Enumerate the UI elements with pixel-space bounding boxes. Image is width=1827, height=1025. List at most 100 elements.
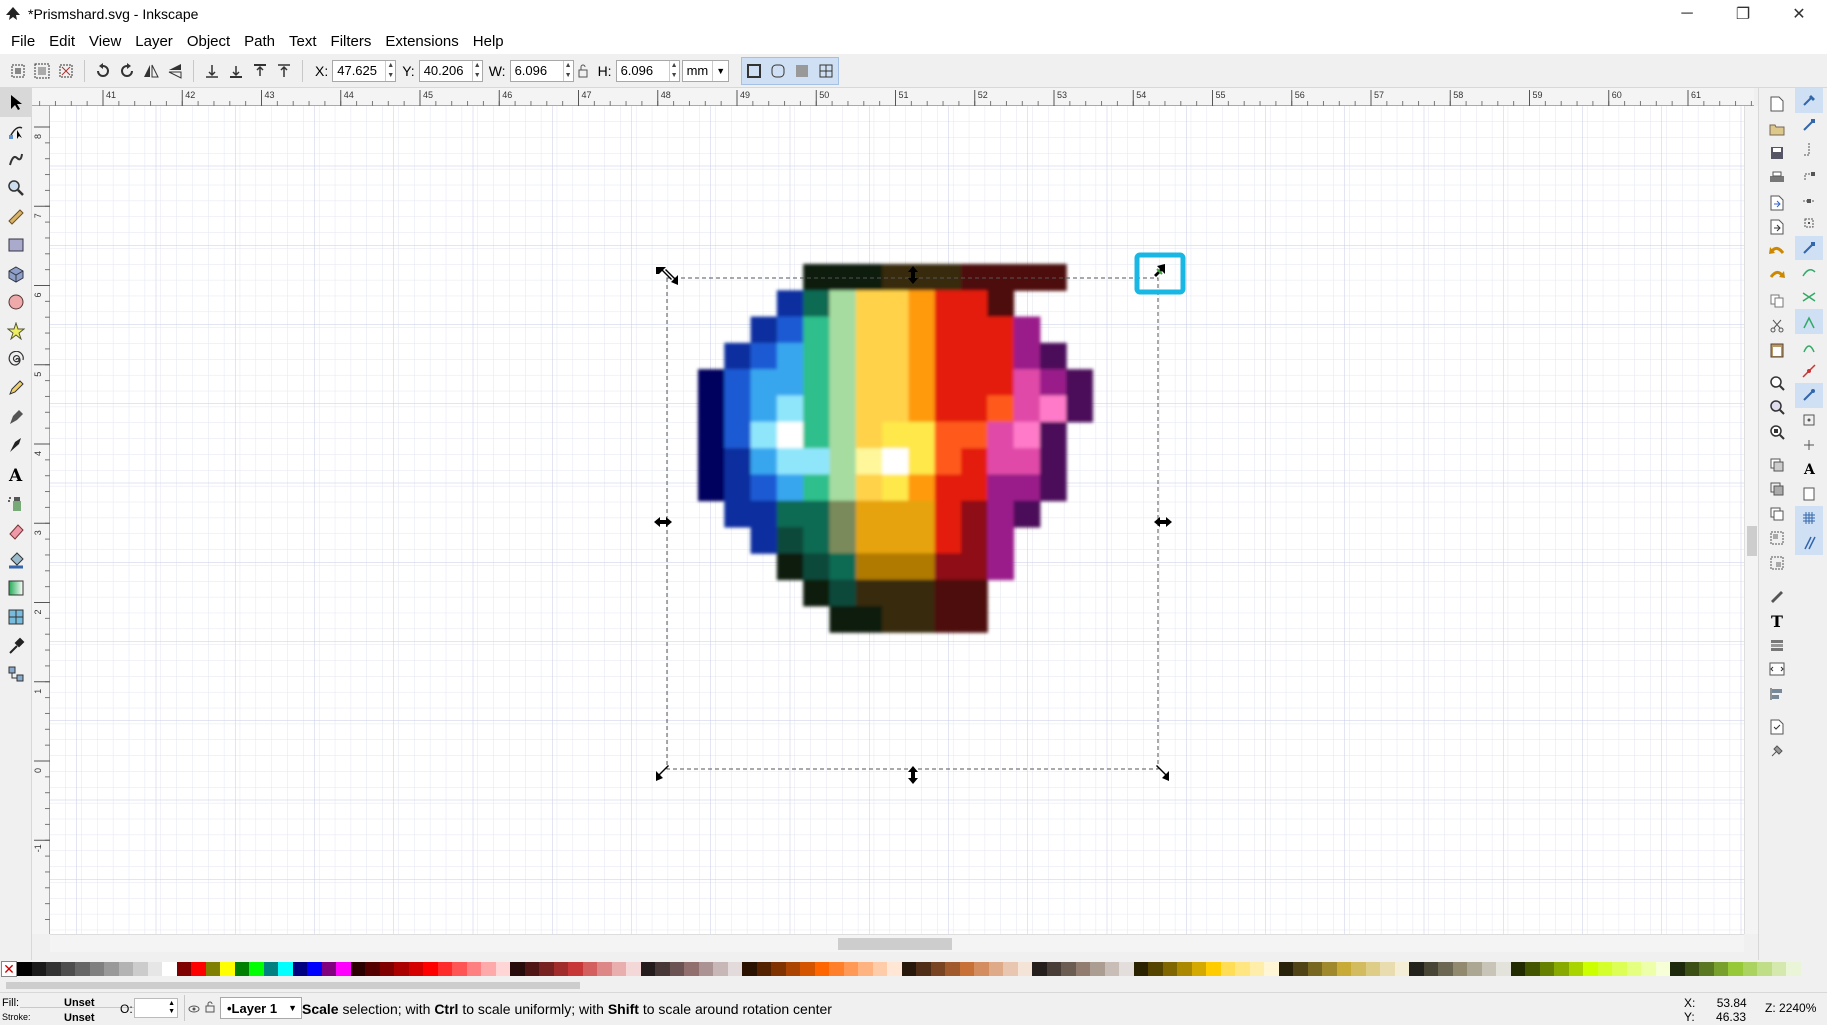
text-font-icon[interactable]: T xyxy=(1763,608,1791,633)
color-swatch[interactable] xyxy=(205,962,220,976)
color-swatch[interactable] xyxy=(1728,962,1743,976)
clone-icon[interactable] xyxy=(1763,477,1791,502)
color-swatch[interactable] xyxy=(1655,962,1670,976)
horizontal-scrollbar[interactable] xyxy=(50,934,1744,952)
paint-bucket-tool-icon[interactable] xyxy=(0,546,32,575)
zoom-selection-icon[interactable] xyxy=(1763,371,1791,396)
color-swatch[interactable] xyxy=(1452,962,1467,976)
color-swatch[interactable] xyxy=(481,962,496,976)
zoom-field[interactable]: Z: 2240% xyxy=(1765,1001,1816,1015)
group-icon[interactable] xyxy=(1763,526,1791,551)
color-swatch[interactable] xyxy=(31,962,46,976)
color-swatch[interactable] xyxy=(234,962,249,976)
menu-filters[interactable]: Filters xyxy=(324,33,379,50)
color-swatch[interactable] xyxy=(104,962,119,976)
spray-tool-icon[interactable] xyxy=(0,488,32,517)
vertical-scrollbar[interactable] xyxy=(1744,106,1758,934)
calligraphy-tool-icon[interactable] xyxy=(0,431,32,460)
color-swatch[interactable] xyxy=(1235,962,1250,976)
x-input[interactable]: 47.625 xyxy=(333,63,385,78)
xml-editor-icon[interactable] xyxy=(1763,657,1791,682)
scale-corners-icon[interactable] xyxy=(766,58,790,84)
opacity-input[interactable]: ▲ ▼ xyxy=(134,998,178,1018)
color-swatch[interactable] xyxy=(1293,962,1308,976)
import-icon[interactable] xyxy=(1763,190,1791,215)
snap-bbox-midpoint-icon[interactable] xyxy=(1795,186,1823,211)
color-swatch[interactable] xyxy=(278,962,293,976)
color-swatch[interactable] xyxy=(60,962,75,976)
color-swatch[interactable] xyxy=(162,962,177,976)
star-tool-icon[interactable] xyxy=(0,317,32,346)
deselect-icon[interactable] xyxy=(54,59,78,83)
zoom-tool-icon[interactable] xyxy=(0,174,32,203)
color-swatch[interactable] xyxy=(1699,962,1714,976)
zoom-page-icon[interactable] xyxy=(1763,420,1791,445)
layer-visibility-icon[interactable] xyxy=(188,1002,200,1017)
color-swatch[interactable] xyxy=(1220,962,1235,976)
color-swatch[interactable] xyxy=(336,962,351,976)
cut-icon[interactable] xyxy=(1763,313,1791,338)
color-swatch[interactable] xyxy=(858,962,873,976)
snap-rotation-center-icon[interactable] xyxy=(1795,432,1823,457)
menu-object[interactable]: Object xyxy=(180,33,237,50)
unit-select[interactable]: mm ▼ xyxy=(681,59,730,82)
ellipse-tool-icon[interactable] xyxy=(0,288,32,317)
restore-button[interactable]: ❐ xyxy=(1715,0,1771,28)
minimize-button[interactable]: ─ xyxy=(1659,0,1715,28)
color-swatch[interactable] xyxy=(408,962,423,976)
color-swatch[interactable] xyxy=(524,962,539,976)
color-swatch[interactable] xyxy=(1264,962,1279,976)
color-swatch[interactable] xyxy=(1597,962,1612,976)
close-button[interactable]: ✕ xyxy=(1771,0,1827,28)
w-stepper[interactable]: ▲ ▼ xyxy=(562,60,573,81)
color-swatch[interactable] xyxy=(292,962,307,976)
menu-view[interactable]: View xyxy=(82,33,128,50)
color-swatch[interactable] xyxy=(655,962,670,976)
color-swatch[interactable] xyxy=(1032,962,1047,976)
color-swatch[interactable] xyxy=(814,962,829,976)
redo-icon[interactable] xyxy=(1763,264,1791,289)
duplicate-icon[interactable] xyxy=(1763,452,1791,477)
color-swatch[interactable] xyxy=(1583,962,1598,976)
3d-box-tool-icon[interactable] xyxy=(0,260,32,289)
y-stepper[interactable]: ▲ ▼ xyxy=(471,60,482,81)
color-swatch[interactable] xyxy=(974,962,989,976)
color-swatch[interactable] xyxy=(1554,962,1569,976)
snap-path-intersection-icon[interactable] xyxy=(1795,285,1823,310)
color-swatch[interactable] xyxy=(785,962,800,976)
color-swatch[interactable] xyxy=(1104,962,1119,976)
color-swatch[interactable] xyxy=(510,962,525,976)
new-document-icon[interactable] xyxy=(1763,92,1791,117)
snap-page-border-icon[interactable] xyxy=(1795,482,1823,507)
color-swatch[interactable] xyxy=(1423,962,1438,976)
color-swatch[interactable] xyxy=(1249,962,1264,976)
document-properties-icon[interactable] xyxy=(1763,714,1791,739)
color-swatch[interactable] xyxy=(1568,962,1583,976)
connector-tool-icon[interactable] xyxy=(0,660,32,689)
raise-to-top-icon[interactable] xyxy=(272,59,296,83)
color-swatch[interactable] xyxy=(379,962,394,976)
scale-stroke-icon[interactable] xyxy=(742,58,766,84)
flip-horizontal-icon[interactable] xyxy=(139,59,163,83)
color-swatch[interactable] xyxy=(887,962,902,976)
rotate-cw-icon[interactable] xyxy=(115,59,139,83)
flip-vertical-icon[interactable] xyxy=(163,59,187,83)
save-icon[interactable] xyxy=(1763,141,1791,166)
color-swatch[interactable] xyxy=(756,962,771,976)
color-swatch[interactable] xyxy=(1061,962,1076,976)
undo-icon[interactable] xyxy=(1763,240,1791,265)
horizontal-scrollbar-thumb[interactable] xyxy=(838,938,952,950)
lower-icon[interactable] xyxy=(224,59,248,83)
color-swatch[interactable] xyxy=(118,962,133,976)
copy-icon[interactable] xyxy=(1763,289,1791,314)
select-all-layers-icon[interactable] xyxy=(30,59,54,83)
color-swatch[interactable] xyxy=(1713,962,1728,976)
open-icon[interactable] xyxy=(1763,117,1791,142)
dropper-tool-icon[interactable] xyxy=(0,631,32,660)
color-swatch[interactable] xyxy=(1626,962,1641,976)
unlink-clone-icon[interactable] xyxy=(1763,502,1791,527)
color-swatch[interactable] xyxy=(1467,962,1482,976)
menu-help[interactable]: Help xyxy=(466,33,511,50)
color-swatch[interactable] xyxy=(539,962,554,976)
color-swatch[interactable] xyxy=(916,962,931,976)
